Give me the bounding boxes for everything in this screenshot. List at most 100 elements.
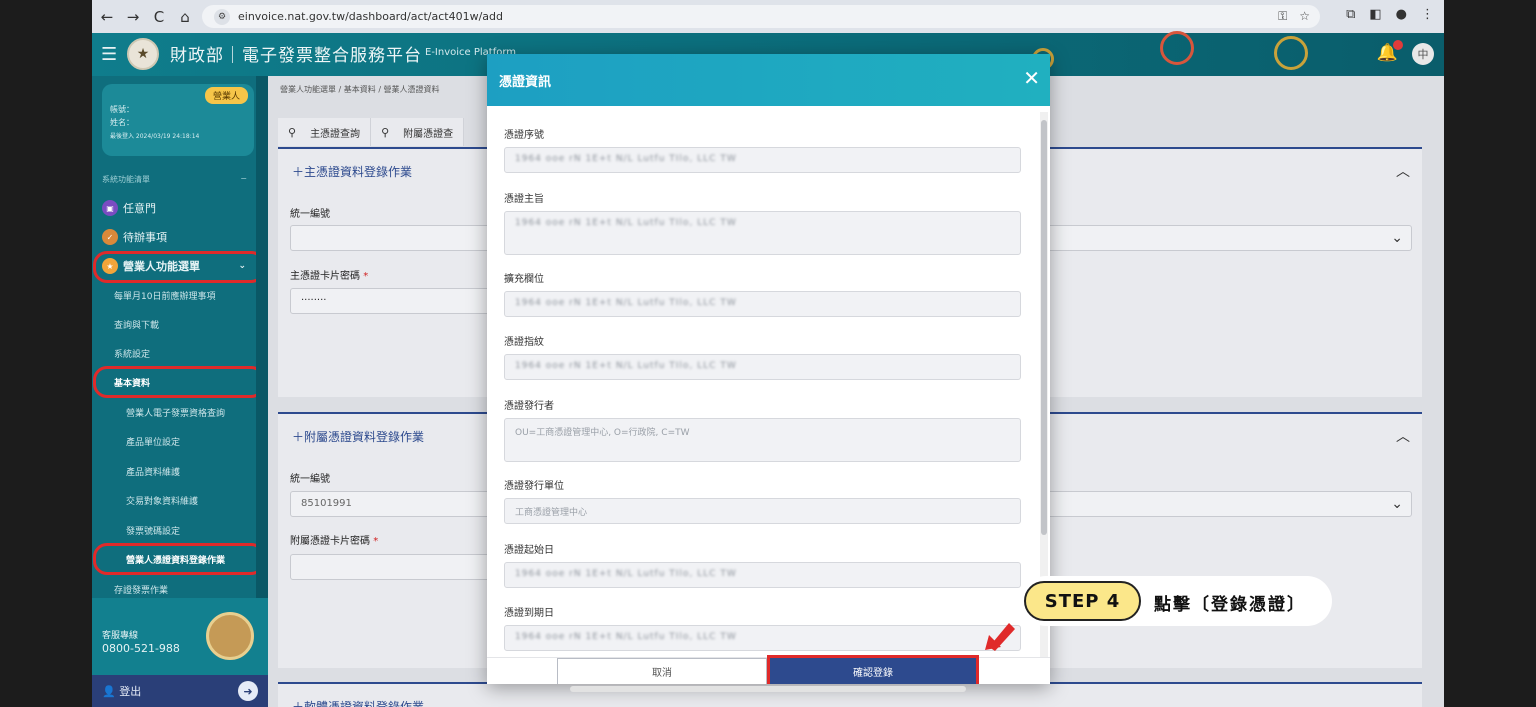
field-label: 統一編號: [290, 209, 330, 220]
sidebar-subitem[interactable]: 系統設定: [114, 347, 150, 360]
cert-end-date-field[interactable]: 1964 ooe rN 1E+t N/L Lutfu TIlo, LLC TW: [504, 625, 1021, 651]
home-indicator: [570, 686, 966, 692]
name-label: 姓名：: [110, 118, 134, 127]
field-label: 統一編號: [290, 474, 330, 485]
url-text: einvoice.nat.gov.tw/dashboard/act/act401…: [238, 10, 504, 23]
logout-arrow-icon[interactable]: ➜: [238, 681, 258, 701]
sidebar-subsubitem[interactable]: 發票號碼設定: [126, 524, 180, 537]
last-login: 最後登入 2024/03/19 24:18:14: [110, 133, 200, 140]
extensions-icon[interactable]: ⧉: [1346, 7, 1355, 22]
breadcrumb: 營業人功能選單 / 基本資料 / 營業人憑證資料: [280, 85, 440, 94]
select-box[interactable]: ⌄: [1038, 225, 1412, 251]
chevron-up-icon[interactable]: ︿: [1396, 426, 1410, 446]
extension-field[interactable]: 1964 ooe rN 1E+t N/L Lutfu TIlo, LLC TW: [504, 291, 1021, 317]
field-label: 憑證到期日: [504, 608, 554, 619]
sidebar-section-label: 系統功能清單 −: [102, 174, 247, 184]
door-icon: ▣: [102, 200, 118, 216]
highlight-ring: [93, 366, 265, 398]
sidebar-item-anydoor[interactable]: ▣ 任意門: [102, 197, 254, 219]
hotline-number: 0800-521-988: [102, 642, 180, 655]
user-icon: 👤: [102, 684, 120, 698]
sidebar-subitem[interactable]: 每單月10日前應辦理事項: [114, 289, 215, 302]
hotline-label: 客服專線: [102, 631, 139, 641]
field-label: 憑證指紋: [504, 337, 544, 348]
sidebar-subitem[interactable]: 存證發票作業: [114, 583, 168, 596]
panel-title[interactable]: ＋軟體憑證資料登錄作業: [292, 698, 424, 707]
sidebar-subsubitem[interactable]: 營業人電子發票資格查詢: [126, 406, 225, 419]
panel-title[interactable]: ＋主憑證資料登錄作業: [292, 163, 412, 180]
sidebar-subsubitem[interactable]: 產品資料維護: [126, 465, 180, 478]
profile-icon[interactable]: ●: [1396, 7, 1407, 22]
browser-toolbar: ← → C ⌂ ⚙ einvoice.nat.gov.tw/dashboard/…: [92, 0, 1444, 33]
user-card: 營業人 帳號： 姓名： 最後登入 2024/03/19 24:18:14: [102, 84, 254, 156]
hamburger-menu-icon[interactable]: ☰: [101, 44, 117, 65]
cert-start-date-field[interactable]: 1964 ooe rN 1E+t N/L Lutfu TIlo, LLC TW: [504, 562, 1021, 588]
menu-dots-icon[interactable]: ⋮: [1421, 7, 1434, 22]
cancel-button[interactable]: 取消: [557, 658, 767, 684]
sub-tax-id-input[interactable]: 85101991: [290, 491, 500, 517]
bookmark-star-icon[interactable]: ☆: [1299, 9, 1310, 24]
role-badge: 營業人: [204, 87, 248, 104]
modal-title: 憑證資訊: [499, 75, 552, 90]
field-label: 擴充欄位: [504, 274, 544, 285]
tab-sub-cert-query[interactable]: ⚲ 附屬憑證查: [371, 118, 465, 146]
tab-bar: ⚲ 主憑證查詢 ⚲ 附屬憑證查: [278, 118, 465, 146]
field-label: 主憑證卡片密碼 *: [290, 271, 369, 282]
forward-icon[interactable]: →: [122, 6, 144, 28]
ministry-logo: ★: [127, 38, 159, 70]
modal-body: 憑證序號 1964 ooe rN 1E+t N/L Lutfu TIlo, LL…: [487, 106, 1038, 657]
step-badge: STEP 4: [1024, 581, 1141, 621]
modal-header: 憑證資訊 ✕: [487, 54, 1050, 106]
cert-serial-field[interactable]: 1964 ooe rN 1E+t N/L Lutfu TIlo, LLC TW: [504, 147, 1021, 173]
decorative-circle: [1274, 36, 1308, 70]
scroll-thumb[interactable]: [1041, 120, 1047, 535]
chevron-up-icon[interactable]: ︿: [1396, 161, 1410, 181]
sidebar-item-todo[interactable]: ✓ 待辦事項: [102, 226, 254, 248]
key-icon[interactable]: ⚿: [1278, 9, 1287, 24]
user-avatar[interactable]: 中: [1412, 43, 1434, 65]
cert-fingerprint-field[interactable]: 1964 ooe rN 1E+t N/L Lutfu TIlo, LLC TW: [504, 354, 1021, 380]
reload-icon[interactable]: C: [148, 6, 170, 28]
highlight-ring: [93, 251, 265, 283]
decorative-circle: [1160, 31, 1194, 65]
field-label: 憑證起始日: [504, 545, 554, 556]
select-box[interactable]: ⌄: [1038, 491, 1412, 517]
logout-label: 登出: [119, 685, 142, 698]
site-info-icon[interactable]: ⚙: [214, 8, 230, 25]
field-label: 附屬憑證卡片密碼 *: [290, 536, 379, 547]
app-title: 財政部｜電子發票整合服務平台: [170, 46, 422, 66]
back-icon[interactable]: ←: [96, 6, 118, 28]
field-label: 憑證發行單位: [504, 481, 564, 492]
highlight-ring: [93, 543, 265, 575]
home-icon[interactable]: ⌂: [174, 6, 196, 28]
field-label: 憑證主旨: [504, 194, 544, 205]
sidebar-subsubitem[interactable]: 產品單位設定: [126, 435, 180, 448]
panel-title[interactable]: ＋附屬憑證資料登錄作業: [292, 428, 424, 445]
sub-card-password-input[interactable]: [290, 554, 500, 580]
tax-id-input[interactable]: [290, 225, 500, 251]
hotline-box: 客服專線 0800-521-988: [92, 598, 268, 675]
notification-bell-icon[interactable]: 🔔: [1377, 40, 1403, 63]
chevron-up-icon[interactable]: ︿: [1396, 696, 1410, 707]
cert-issuer-field[interactable]: OU=工商憑證管理中心, O=行政院, C=TW: [504, 418, 1021, 462]
logout-bar[interactable]: 👤 登出 ➜: [92, 675, 268, 707]
cert-issuer-unit-field[interactable]: 工商憑證管理中心: [504, 498, 1021, 524]
cert-subject-field[interactable]: 1964 ooe rN 1E+t N/L Lutfu TIlo, LLC TW: [504, 211, 1021, 255]
todo-icon: ✓: [102, 229, 118, 245]
search-icon: ⚲: [288, 125, 297, 139]
sidebar-subsubitem[interactable]: 交易對象資料維護: [126, 494, 198, 507]
tab-main-cert-query[interactable]: ⚲ 主憑證查詢: [278, 118, 372, 146]
sidepanel-icon[interactable]: ◧: [1369, 7, 1381, 22]
chevron-down-icon: ⌄: [1391, 230, 1403, 246]
main-card-password-input[interactable]: ········: [290, 288, 500, 314]
address-bar[interactable]: ⚙ einvoice.nat.gov.tw/dashboard/act/act4…: [202, 5, 1320, 28]
close-icon[interactable]: ✕: [1023, 66, 1040, 90]
step-instruction: 點擊〔登錄憑證〕: [1154, 595, 1306, 615]
confirm-register-button[interactable]: 確認登錄: [767, 655, 979, 684]
chevron-down-icon: ⌄: [1391, 496, 1403, 512]
sidebar-subitem[interactable]: 查詢與下載: [114, 318, 159, 331]
mascot-image: [206, 612, 254, 660]
field-label: 憑證序號: [504, 130, 544, 141]
step-callout: STEP 4 點擊〔登錄憑證〕: [1021, 576, 1332, 626]
red-arrow-icon: [985, 623, 1015, 651]
